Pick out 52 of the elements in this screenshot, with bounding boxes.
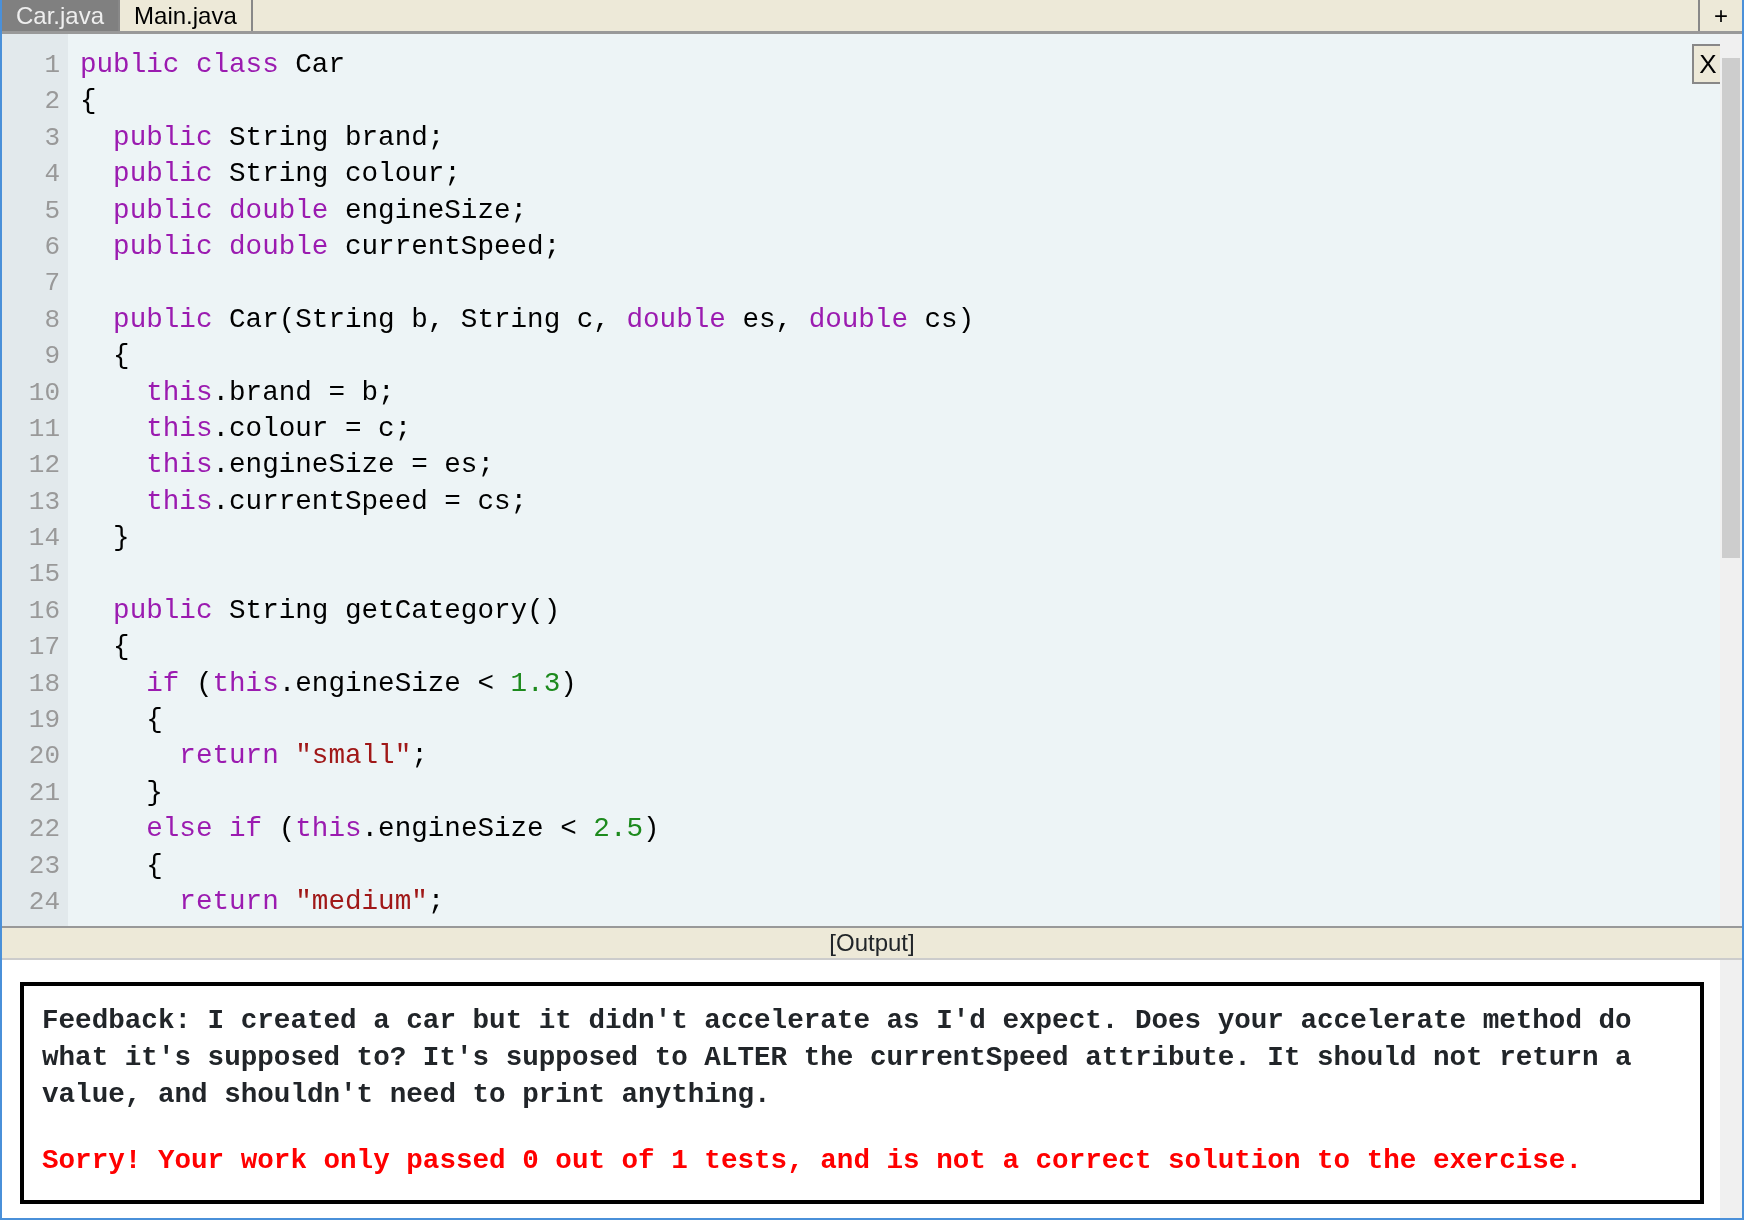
- line-number: 16: [27, 594, 61, 628]
- line-number: 19: [27, 704, 61, 738]
- scrollbar[interactable]: [1720, 34, 1742, 926]
- code-line: else if (this.engineSize < 2.5): [145, 812, 660, 847]
- code-line: public double engineSize;: [112, 193, 528, 228]
- line-number: 23: [27, 849, 61, 883]
- line-number: 10: [27, 376, 61, 410]
- line-number: 11: [27, 412, 61, 446]
- code-line: {: [112, 630, 130, 665]
- code-line: public Car(String b, String c, double es, double cs): [112, 302, 975, 337]
- line-number: 2: [43, 85, 61, 119]
- code-line: {: [145, 848, 163, 883]
- code-line: this.colour = c;: [145, 411, 412, 446]
- test-result-message: Sorry! Your work only passed 0 out of 1 tests, and is not a correct solution to the exercise.: [42, 1144, 1583, 1178]
- line-number: 6: [43, 230, 61, 264]
- code-line: public String colour;: [112, 157, 461, 192]
- scrollbar-thumb[interactable]: [1722, 58, 1740, 558]
- code-line: if (this.engineSize < 1.3): [145, 666, 577, 701]
- code-line: public String brand;: [112, 120, 445, 155]
- line-number: 9: [43, 340, 61, 374]
- line-number: 20: [27, 740, 61, 774]
- line-number: 17: [27, 631, 61, 665]
- line-number: 14: [27, 522, 61, 556]
- code-line: this.currentSpeed = cs;: [145, 484, 528, 519]
- code-line: {: [112, 339, 130, 374]
- line-number: 4: [43, 158, 61, 192]
- line-number: 8: [43, 303, 61, 337]
- line-number: 24: [27, 886, 61, 919]
- line-number: 21: [27, 776, 61, 810]
- line-number: 3: [43, 121, 61, 155]
- line-number: 13: [27, 485, 61, 519]
- code-line: }: [145, 775, 163, 810]
- code-line: public class Car: [80, 48, 345, 82]
- line-number: 15: [27, 558, 61, 592]
- code-line: }: [112, 521, 130, 556]
- code-line: {: [145, 703, 163, 738]
- line-number: 7: [43, 267, 61, 301]
- output-title: [Output]: [2, 926, 1742, 960]
- code-line: public String getCategory(): [112, 593, 561, 628]
- code-line: return "medium";: [178, 885, 445, 919]
- line-number: 18: [27, 667, 61, 701]
- line-number: 12: [27, 449, 61, 483]
- line-number: 22: [27, 813, 61, 847]
- code-line: public double currentSpeed;: [112, 229, 561, 264]
- code-line: {: [80, 84, 97, 119]
- line-number: 5: [43, 194, 61, 228]
- line-number: 1: [43, 49, 61, 82]
- scrollbar[interactable]: [1720, 960, 1742, 1218]
- code-line: return "small";: [178, 739, 428, 774]
- code-line: this.engineSize = es;: [145, 448, 494, 483]
- feedback-message: Feedback: I created a car but it didn't accelerate as I'd expect. Does your accelerate method do what it's supposed to? It's supposed to ALTER the currentSpeed attribute. It should not return a value, and shouldn't need to print anything.: [42, 1004, 1633, 1112]
- code-line: this.brand = b;: [145, 375, 395, 410]
